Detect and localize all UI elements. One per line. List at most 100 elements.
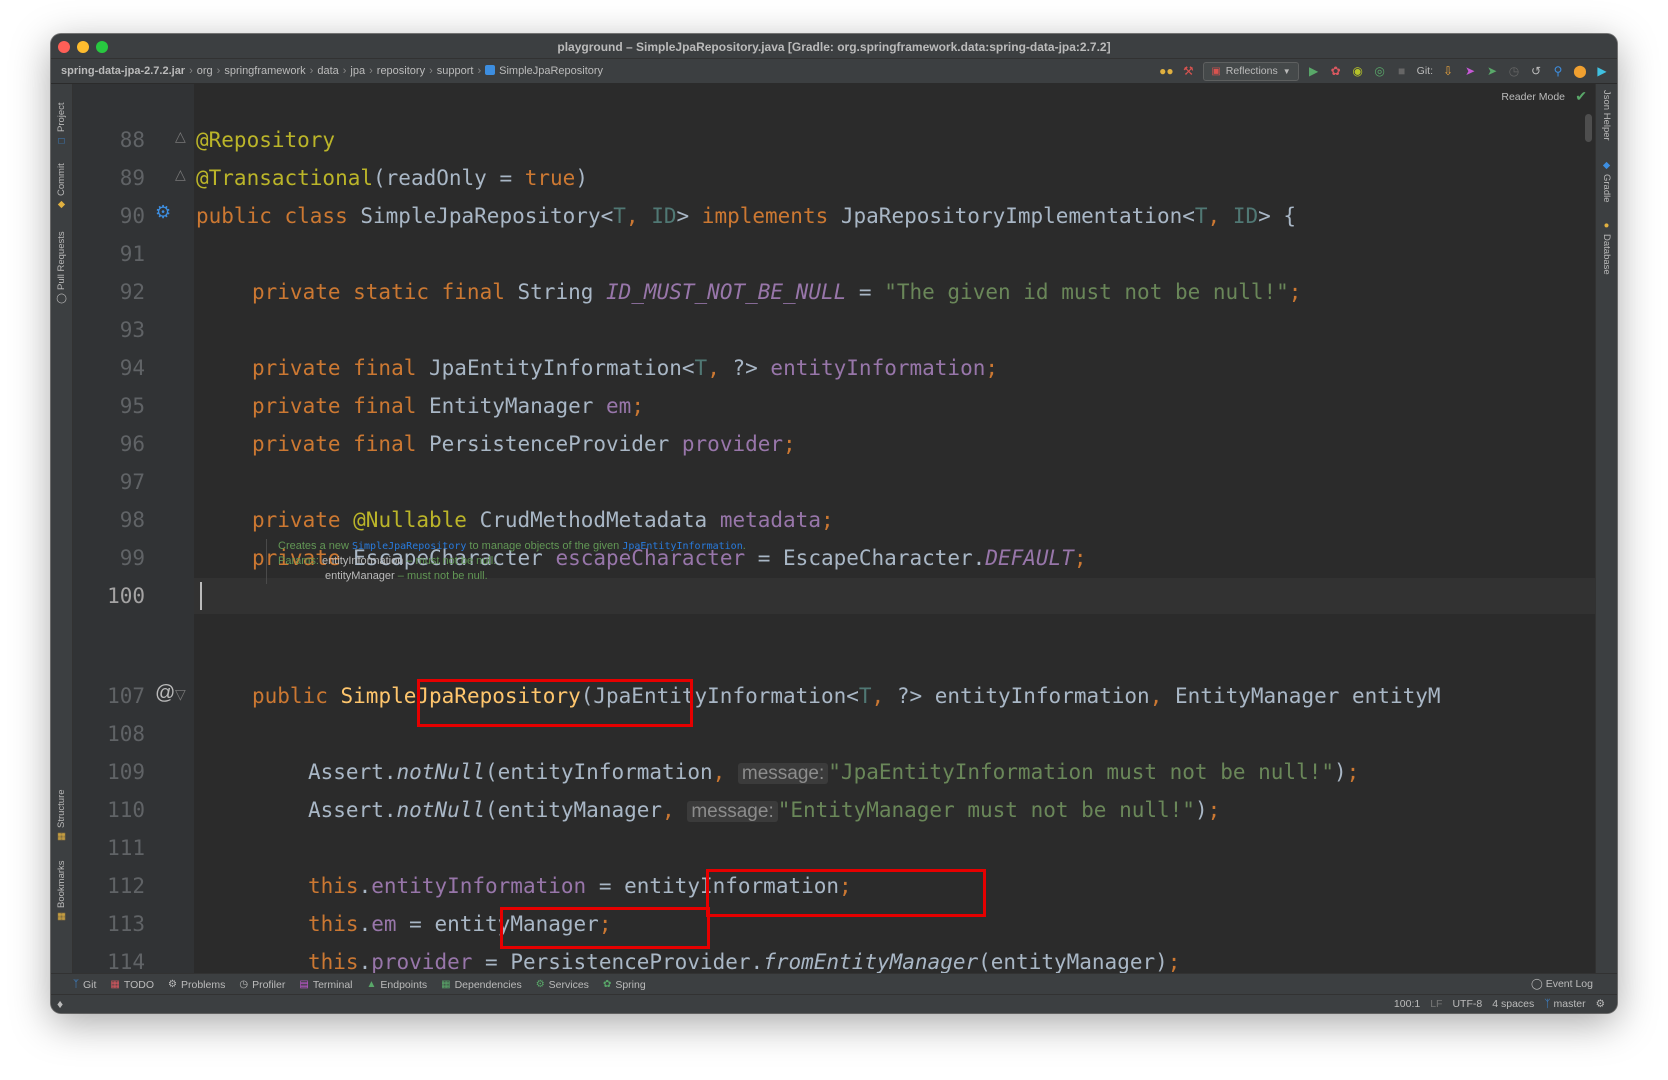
line-number: 93 <box>119 318 145 342</box>
javadoc-link[interactable]: SimpleJpaRepository <box>352 541 466 552</box>
search-icon[interactable]: ⚲ <box>1551 64 1565 78</box>
rollback-icon[interactable]: ↺ <box>1529 64 1543 78</box>
tool-window-git[interactable]: ᛉ Git <box>73 979 96 991</box>
structure-icon: ▦ <box>56 831 67 842</box>
line-number: 99 <box>119 546 145 570</box>
tool-window-endpoints[interactable]: ▲ Endpoints <box>367 979 428 991</box>
tool-tab-json-helper[interactable]: Json Helper <box>1598 90 1615 146</box>
reader-mode-toggle[interactable]: Reader Mode <box>1501 91 1565 103</box>
tool-tab-structure[interactable]: ▦ Structure <box>53 780 70 842</box>
line-number: 113 <box>107 912 145 936</box>
git-branch-widget[interactable]: ᛉ master <box>1544 998 1585 1010</box>
git-branch-icon: ᛉ <box>73 979 79 990</box>
editor-scrollbar[interactable] <box>1585 114 1592 142</box>
database-icon: ● <box>1601 220 1612 231</box>
window-title: playground – SimpleJpaRepository.java [G… <box>557 40 1111 54</box>
annotation-highlight-box <box>500 907 710 949</box>
plugin-icon[interactable]: ▶ <box>1595 64 1609 78</box>
line-number: 107 <box>107 684 145 708</box>
tool-tab-gradle[interactable]: ◆ Gradle <box>1598 160 1615 208</box>
push-icon[interactable]: ➤ <box>1463 64 1477 78</box>
breadcrumb-class[interactable]: SimpleJpaRepository <box>499 65 603 77</box>
tool-tab-pull-requests[interactable]: ◯ Pull Requests <box>53 218 70 304</box>
inspections-icon[interactable]: ⚙ <box>1596 998 1605 1010</box>
profiler-icon: ◷ <box>239 979 249 990</box>
line-separator[interactable]: LF <box>1430 998 1442 1010</box>
tool-tab-project[interactable]: □ Project <box>53 92 70 146</box>
hammer-icon[interactable]: ⚒ <box>1181 64 1195 78</box>
right-tool-strip: Json Helper ◆ Gradle ● Database <box>1595 84 1617 973</box>
status-widgets: 100:1 LF UTF-8 4 spaces ᛉ master ⚙ <box>1394 998 1605 1010</box>
profile-icon[interactable]: ◎ <box>1373 64 1387 78</box>
tool-window-services[interactable]: ⚙ Services <box>536 979 589 991</box>
ide-window: playground – SimpleJpaRepository.java [G… <box>51 34 1617 1013</box>
javadoc-description: Creates a new SimpleJpaRepository to man… <box>278 540 746 552</box>
file-encoding[interactable]: UTF-8 <box>1452 998 1482 1010</box>
rendered-javadoc[interactable]: Creates a new SimpleJpaRepository to man… <box>266 539 1578 584</box>
run-configuration-select[interactable]: ▣ Reflections ▼ <box>1203 61 1299 81</box>
inspection-ok-icon[interactable]: ✔ <box>1575 88 1587 105</box>
line-number: 91 <box>119 242 145 266</box>
tool-window-terminal[interactable]: ▤ Terminal <box>299 979 352 991</box>
users-icon[interactable]: ●● <box>1159 64 1174 78</box>
code-line-114: this.provider = PersistenceProvider.from… <box>308 950 1181 973</box>
spring-icon: ✿ <box>602 979 612 990</box>
fold-icon[interactable]: △ <box>175 166 186 183</box>
code-line-89: @Transactional(readOnly = true) <box>196 166 588 190</box>
breadcrumb-jpa[interactable]: jpa <box>350 65 365 77</box>
pull-requests-icon: ◯ <box>56 293 67 304</box>
line-number: 108 <box>107 722 145 746</box>
pull-request-icon[interactable]: ➤ <box>1485 64 1499 78</box>
gradle-icon: ◆ <box>1601 160 1612 171</box>
layers-icon[interactable]: ♦ <box>57 997 63 1011</box>
line-number-current: 100 <box>107 584 145 608</box>
stop-icon[interactable]: ■ <box>1395 64 1409 78</box>
line-number: 110 <box>107 798 145 822</box>
fold-icon[interactable]: △ <box>175 128 186 145</box>
update-project-icon[interactable]: ⇩ <box>1441 64 1455 78</box>
event-log-button[interactable]: ◯ Event Log <box>1531 978 1593 990</box>
breadcrumb-data[interactable]: data <box>317 65 338 77</box>
tool-window-todo[interactable]: ▦ TODO <box>110 979 154 991</box>
caret-position[interactable]: 100:1 <box>1394 998 1420 1010</box>
line-number: 89 <box>119 166 145 190</box>
code-editor[interactable]: Reader Mode ✔ @Repository @Transactional… <box>194 84 1595 973</box>
history-icon[interactable]: ◷ <box>1507 64 1521 78</box>
code-line-92: private static final String ID_MUST_NOT_… <box>252 280 1302 304</box>
main-toolbar: ●● ⚒ ▣ Reflections ▼ ▶ ✿ ◉ ◎ ■ Git: ⇩ ➤ … <box>1159 61 1609 81</box>
line-number: 111 <box>107 836 145 860</box>
run-icon[interactable]: ▶ <box>1307 64 1321 78</box>
javadoc-link[interactable]: JpaEntityInformation <box>622 541 742 552</box>
tool-tab-commit[interactable]: ◆ Commit <box>53 154 70 210</box>
tool-window-problems[interactable]: ⚙ Problems <box>168 979 225 991</box>
breadcrumb: spring-data-jpa-2.7.2.jar › org › springfram… <box>61 65 604 77</box>
breadcrumb-repository[interactable]: repository <box>377 65 425 77</box>
annotation-highlight-box <box>706 869 986 917</box>
todo-icon: ▦ <box>110 979 120 990</box>
code-line-98: private @Nullable CrudMethodMetadata met… <box>252 508 834 532</box>
editor-gutter[interactable]: 88 89 90 91 92 93 94 95 96 97 98 99 100 … <box>73 84 194 1012</box>
breadcrumb-support[interactable]: support <box>437 65 474 77</box>
tool-window-dependencies[interactable]: ▦ Dependencies <box>441 979 522 991</box>
breadcrumb-org[interactable]: org <box>197 65 213 77</box>
breadcrumb-jar[interactable]: spring-data-jpa-2.7.2.jar <box>61 65 185 77</box>
tool-tab-database[interactable]: ● Database <box>1598 220 1615 282</box>
indent-setting[interactable]: 4 spaces <box>1492 998 1534 1010</box>
coverage-icon[interactable]: ◉ <box>1351 64 1365 78</box>
tool-window-profiler[interactable]: ◷ Profiler <box>239 979 285 991</box>
breadcrumb-springframework[interactable]: springframework <box>224 65 305 77</box>
bookmarks-icon: ▦ <box>56 911 67 922</box>
services-icon: ⚙ <box>535 979 545 990</box>
autowired-icon[interactable]: @ <box>155 682 175 705</box>
tool-tab-bookmarks[interactable]: ▦ Bookmarks <box>53 852 70 922</box>
code-line-95: private final EntityManager em; <box>252 394 644 418</box>
fold-icon[interactable]: ▽ <box>175 686 186 703</box>
code-line-110: Assert.notNull(entityManager, message: "E… <box>308 798 1221 822</box>
implementation-icon[interactable]: ⚙ <box>155 202 171 223</box>
debug-icon[interactable]: ✿ <box>1329 64 1343 78</box>
annotation-highlight-box <box>417 679 693 727</box>
problems-icon: ⚙ <box>168 979 177 990</box>
dependencies-icon: ▦ <box>441 979 451 990</box>
update-icon[interactable]: ⬤ <box>1573 64 1587 78</box>
tool-window-spring[interactable]: ✿ Spring <box>603 979 646 991</box>
